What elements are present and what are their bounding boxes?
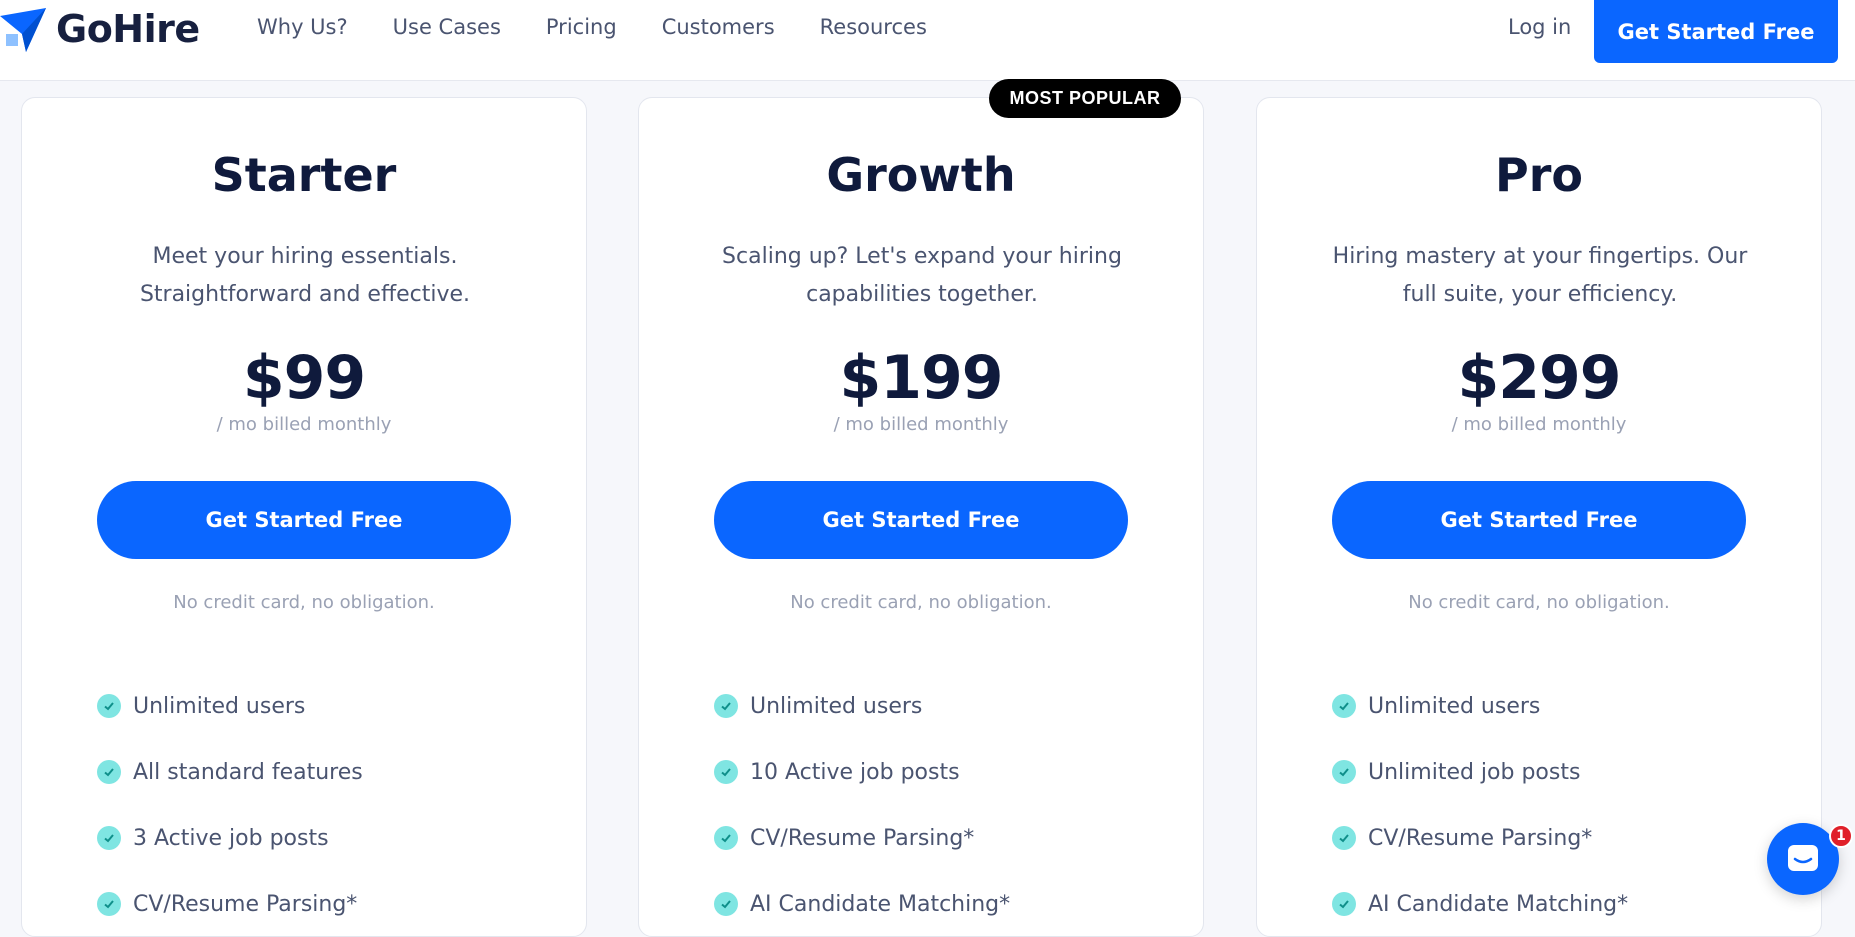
feature-item: CV/Resume Parsing*	[97, 871, 363, 937]
feature-item: All standard features	[97, 739, 363, 805]
feature-text: 3 Active job posts	[133, 825, 329, 851]
check-icon	[714, 694, 738, 718]
plan-description: Meet your hiring essentials. Straightfor…	[139, 244, 471, 307]
check-icon	[1332, 892, 1356, 916]
check-icon	[714, 760, 738, 784]
check-icon	[97, 892, 121, 916]
no-credit-card-note: No credit card, no obligation.	[1408, 592, 1670, 613]
nav-customers[interactable]: Customers	[662, 15, 775, 39]
nav-why-us[interactable]: Why Us?	[257, 15, 348, 39]
no-credit-card-note: No credit card, no obligation.	[790, 592, 1052, 613]
plan-card-starter: Starter Meet your hiring essentials. Str…	[21, 97, 587, 937]
plan-card-growth: Growth Scaling up? Let's expand your hir…	[638, 97, 1204, 937]
nav-resources[interactable]: Resources	[820, 15, 927, 39]
brand-name: GoHire	[56, 7, 200, 51]
check-icon	[1332, 760, 1356, 784]
feature-item: 3 Active job posts	[97, 805, 363, 871]
check-icon	[1332, 694, 1356, 718]
feature-item: CV/Resume Parsing*	[714, 805, 1010, 871]
feature-text: 10 Active job posts	[750, 759, 960, 785]
feature-text: Unlimited users	[1368, 693, 1541, 719]
paper-plane-logo-icon	[0, 8, 46, 52]
billing-period: / mo billed monthly	[833, 414, 1009, 435]
feature-item: AI Candidate Matching*	[714, 871, 1010, 937]
feature-text: CV/Resume Parsing*	[750, 825, 975, 851]
plan-description: Scaling up? Let's expand your hiring cap…	[722, 244, 1122, 307]
feature-text: Unlimited users	[133, 693, 306, 719]
top-header: GoHire Why Us? Use Cases Pricing Custome…	[0, 0, 1855, 81]
most-popular-badge: MOST POPULAR	[989, 79, 1181, 118]
feature-item: CV/Resume Parsing*	[1332, 805, 1628, 871]
feature-item: Unlimited job posts	[1332, 739, 1628, 805]
plan-price: $199	[839, 343, 1004, 413]
check-icon	[714, 826, 738, 850]
plan-price: $99	[242, 343, 366, 413]
feature-item: Unlimited users	[1332, 673, 1628, 739]
feature-list: Unlimited users 10 Active job posts CV/R…	[714, 673, 1010, 937]
check-icon	[97, 694, 121, 718]
feature-item: 10 Active job posts	[714, 739, 1010, 805]
plan-description: Hiring mastery at your fingertips. Our f…	[1332, 244, 1748, 307]
check-icon	[714, 892, 738, 916]
nav-pricing[interactable]: Pricing	[546, 15, 617, 39]
feature-item: AI Candidate Matching*	[1332, 871, 1628, 937]
gohire-logo[interactable]: GoHire	[0, 4, 200, 54]
header-get-started-button[interactable]: Get Started Free	[1594, 0, 1838, 63]
plan-name: Pro	[1494, 148, 1583, 202]
plan-name: Growth	[826, 148, 1016, 202]
billing-period: / mo billed monthly	[216, 414, 392, 435]
feature-list: Unlimited users Unlimited job posts CV/R…	[1332, 673, 1628, 937]
plan-name: Starter	[211, 148, 397, 202]
feature-list: Unlimited users All standard features 3 …	[97, 673, 363, 937]
feature-text: All standard features	[133, 759, 363, 785]
login-link[interactable]: Log in	[1508, 15, 1571, 39]
feature-text: Unlimited job posts	[1368, 759, 1581, 785]
starter-get-started-button[interactable]: Get Started Free	[97, 481, 511, 559]
check-icon	[1332, 826, 1356, 850]
feature-item: Unlimited users	[97, 673, 363, 739]
chat-unread-badge: 1	[1829, 824, 1853, 848]
plan-card-pro: Pro Hiring mastery at your fingertips. O…	[1256, 97, 1822, 937]
feature-text: CV/Resume Parsing*	[1368, 825, 1593, 851]
chat-icon	[1788, 845, 1818, 871]
billing-period: / mo billed monthly	[1451, 414, 1627, 435]
main-nav: Why Us? Use Cases Pricing Customers Reso…	[257, 15, 972, 39]
check-icon	[97, 826, 121, 850]
plan-price: $299	[1457, 343, 1622, 413]
feature-text: Unlimited users	[750, 693, 923, 719]
feature-item: Unlimited users	[714, 673, 1010, 739]
check-icon	[97, 760, 121, 784]
growth-get-started-button[interactable]: Get Started Free	[714, 481, 1128, 559]
no-credit-card-note: No credit card, no obligation.	[173, 592, 435, 613]
pro-get-started-button[interactable]: Get Started Free	[1332, 481, 1746, 559]
nav-use-cases[interactable]: Use Cases	[393, 15, 501, 39]
